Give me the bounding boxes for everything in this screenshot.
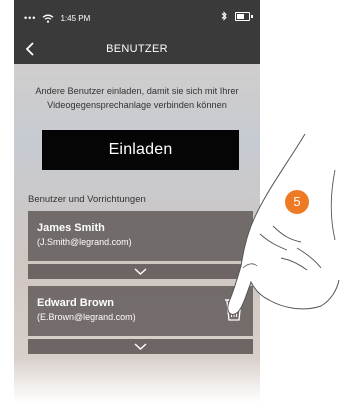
chevron-down-icon	[134, 268, 147, 275]
pointing-hand-icon	[227, 133, 340, 315]
step-badge: 5	[285, 190, 309, 214]
status-left: ••• 1:45 PM	[24, 13, 90, 23]
title-bar: BENUTZER	[14, 34, 260, 64]
chevron-down-icon	[134, 343, 147, 350]
user-email: (J.Smith@legrand.com)	[37, 237, 132, 247]
invite-description-line1: Andere Benutzer einladen, damit sie sich…	[35, 86, 239, 96]
invite-description-line2: Videogegensprechanlage verbinden können	[47, 100, 227, 110]
invite-description: Andere Benutzer einladen, damit sie sich…	[14, 84, 260, 112]
wifi-icon	[43, 14, 54, 23]
status-right	[221, 11, 253, 21]
status-bar: ••• 1:45 PM	[14, 0, 260, 34]
user-email: (E.Brown@legrand.com)	[37, 312, 136, 322]
user-name: James Smith	[37, 222, 105, 234]
battery-icon	[235, 11, 253, 21]
user-name: Edward Brown	[37, 297, 115, 309]
bluetooth-icon	[221, 11, 227, 21]
users-section-label: Benutzer und Vorrichtungen	[28, 194, 146, 205]
page-title: BENUTZER	[106, 43, 168, 55]
signal-dots: •••	[24, 13, 37, 23]
status-time: 1:45 PM	[60, 13, 91, 23]
